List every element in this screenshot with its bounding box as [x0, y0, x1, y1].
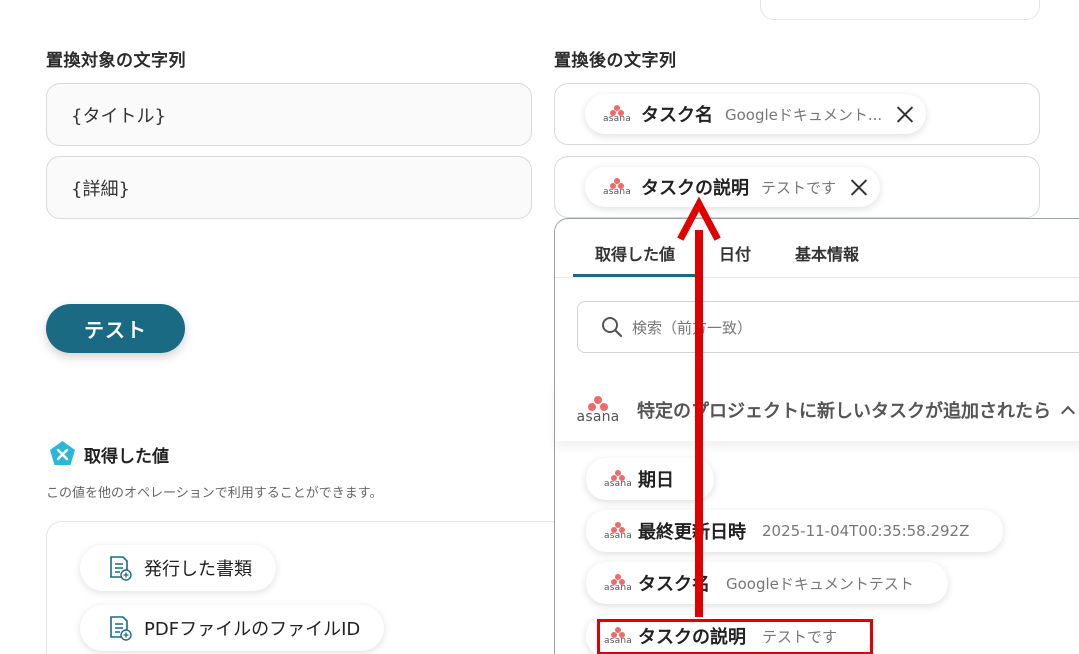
- document-icon: [110, 556, 132, 581]
- picker-item-value: Googleドキュメントテスト: [726, 574, 914, 593]
- acquired-item-label: PDFファイルのファイルID: [144, 619, 361, 640]
- replace-target-label: 置換対象の文字列: [46, 51, 186, 71]
- asana-logo-icon: asana: [604, 469, 632, 489]
- asana-logo-icon: asana: [603, 104, 631, 124]
- picker-item-task-name[interactable]: asana タスク名 Googleドキュメントテスト: [586, 562, 948, 604]
- search-input[interactable]: 検索（前方一致）: [577, 301, 1079, 353]
- close-icon[interactable]: [896, 105, 914, 123]
- tab-basic-info[interactable]: 基本情報: [773, 219, 881, 277]
- variable-chip-task-description[interactable]: asana タスクの説明 テストです: [585, 167, 881, 207]
- replace-target-field-detail[interactable]: {詳細}: [46, 156, 532, 219]
- acquired-item-label: 発行した書類: [144, 559, 252, 580]
- search-icon: [602, 317, 623, 338]
- previous-field-stub: [760, 0, 1040, 20]
- chip-value: Googleドキュメント...: [725, 105, 883, 124]
- variable-picker-panel: 取得した値 日付 基本情報 検索（前方一致） asana 特定のプロジェクトに新…: [554, 218, 1079, 654]
- search-placeholder: 検索（前方一致）: [632, 318, 753, 337]
- picker-item-name: タスク名: [638, 574, 710, 595]
- chip-name: タスク名: [641, 105, 713, 126]
- replace-target-value-detail: {詳細}: [71, 178, 130, 200]
- asana-logo-icon: asana: [604, 573, 632, 593]
- trigger-group-header[interactable]: asana 特定のプロジェクトに新しいタスクが追加されたら: [555, 379, 1079, 441]
- close-icon[interactable]: [850, 178, 868, 196]
- chip-name: タスクの説明: [641, 178, 749, 199]
- replace-target-value-title: {タイトル}: [71, 105, 166, 127]
- asana-logo-icon: asana: [603, 177, 631, 197]
- acquired-item-pdf-file-id[interactable]: PDFファイルのファイルID: [80, 605, 385, 651]
- replace-target-field-title[interactable]: {タイトル}: [46, 83, 532, 146]
- chip-value: テストです: [761, 178, 837, 197]
- trigger-group-title: 特定のプロジェクトに新しいタスクが追加されたら: [637, 401, 1051, 422]
- tabs-divider: [555, 277, 1079, 278]
- picker-item-due-date[interactable]: asana 期日: [586, 458, 714, 500]
- acquired-values-description: この値を他のオペレーションで利用することができます。: [46, 486, 383, 501]
- replace-result-label: 置換後の文字列: [554, 51, 677, 71]
- picker-item-value: 2025-11-04T00:35:58.292Z: [762, 522, 970, 540]
- acquired-item-issued-document[interactable]: 発行した書類: [80, 545, 276, 591]
- asana-logo-icon: asana: [577, 396, 619, 424]
- test-button[interactable]: テスト: [46, 304, 185, 353]
- picker-item-name: 期日: [638, 470, 674, 491]
- picker-item-last-updated[interactable]: asana 最終更新日時 2025-11-04T00:35:58.292Z: [586, 510, 1004, 552]
- picker-tabs: 取得した値 日付 基本情報: [573, 219, 881, 277]
- variable-chip-task-name[interactable]: asana タスク名 Googleドキュメント...: [585, 94, 927, 134]
- acquired-values-list: 発行した書類 PDFファイルのファイルID: [46, 521, 566, 654]
- yoom-acquired-icon: [50, 441, 75, 465]
- highlight-box: [597, 619, 873, 654]
- picker-item-name: 最終更新日時: [638, 522, 746, 543]
- replace-result-field-1[interactable]: asana タスク名 Googleドキュメント...: [554, 83, 1040, 145]
- asana-logo-icon: asana: [604, 521, 632, 541]
- chevron-up-icon[interactable]: [1060, 405, 1076, 421]
- acquired-values-title: 取得した値: [84, 447, 169, 467]
- replace-result-field-2[interactable]: asana タスクの説明 テストです: [554, 156, 1040, 218]
- tab-acquired-values[interactable]: 取得した値: [573, 219, 698, 277]
- document-icon: [110, 616, 132, 641]
- tab-date[interactable]: 日付: [697, 219, 773, 277]
